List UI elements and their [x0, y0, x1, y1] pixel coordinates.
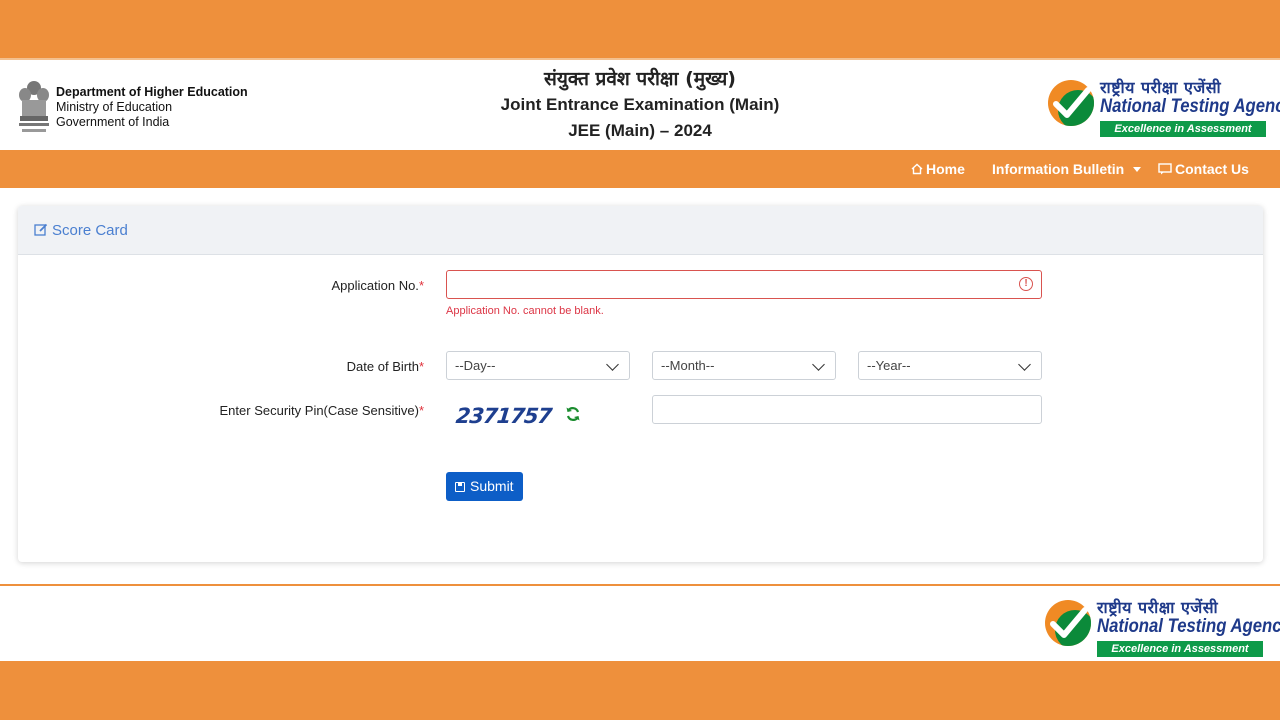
required-mark: * [418, 278, 424, 293]
refresh-captcha-icon[interactable] [565, 406, 581, 422]
nta-logo-hindi: राष्ट्रीय परीक्षा एजेंसी [1100, 78, 1222, 97]
nta-logo-english: National Testing Agency [1100, 96, 1280, 117]
main-navbar: Home Information Bulletin Contact Us [0, 150, 1280, 188]
nav-contact-label: Contact Us [1175, 161, 1249, 177]
card-header: Score Card [18, 206, 1263, 255]
site-header: Department of Higher Education Ministry … [0, 58, 1280, 150]
captcha-image: 2371757 [454, 404, 553, 428]
footer-nta-logo: राष्ट्रीय परीक्षा एजेंसी National Testin… [1045, 596, 1280, 660]
chevron-down-icon [1018, 358, 1031, 371]
dob-year-value: --Year-- [867, 358, 911, 373]
dob-month-select[interactable]: --Month-- [652, 351, 836, 380]
exam-title-english: Joint Entrance Examination (Main) [500, 95, 780, 114]
score-card-panel: Score Card Application No.* ! Applicatio… [18, 206, 1263, 562]
chevron-down-icon [606, 358, 619, 371]
site-footer: राष्ट्रीय परीक्षा एजेंसी National Testin… [0, 586, 1280, 661]
card-title: Score Card [52, 222, 128, 239]
chevron-down-icon [812, 358, 825, 371]
error-icon: ! [1019, 277, 1033, 291]
nav-info-bulletin-label: Information Bulletin [992, 161, 1125, 177]
edit-icon [34, 223, 48, 236]
caret-down-icon [1133, 167, 1142, 172]
exam-title-hindi: संयुक्त प्रवेश परीक्षा (मुख्य) [544, 68, 736, 90]
exam-title-block: संयुक्त प्रवेश परीक्षा (मुख्य) Joint Ent… [440, 66, 840, 144]
nav-information-bulletin[interactable]: Information Bulletin [992, 150, 1142, 188]
government-name: Government of India [56, 115, 170, 129]
dob-label: Date of Birth* [346, 359, 424, 374]
save-icon [455, 482, 465, 492]
top-orange-band [0, 0, 1280, 58]
security-pin-label: Enter Security Pin(Case Sensitive)* [219, 403, 424, 418]
exam-title-year: JEE (Main) – 2024 [568, 121, 712, 140]
home-icon [911, 163, 923, 175]
national-emblem-icon [19, 81, 49, 132]
dept-name: Department of Higher Education [56, 85, 248, 99]
security-pin-input[interactable] [652, 395, 1042, 424]
nav-home-label: Home [926, 161, 965, 177]
submit-button[interactable]: Submit [446, 472, 523, 501]
bottom-orange-band [0, 661, 1280, 720]
dob-day-value: --Day-- [455, 358, 496, 373]
dob-year-select[interactable]: --Year-- [858, 351, 1042, 380]
dob-day-select[interactable]: --Day-- [446, 351, 630, 380]
application-no-error: Application No. cannot be blank. [446, 305, 604, 317]
nav-home[interactable]: Home [911, 150, 965, 188]
nta-logo-tagline: Excellence in Assessment [1097, 641, 1263, 657]
check-mark-icon [1053, 87, 1091, 118]
dob-month-value: --Month-- [661, 358, 715, 373]
ministry-name: Ministry of Education [56, 100, 173, 114]
application-no-input[interactable]: ! [446, 270, 1042, 299]
required-mark: * [418, 403, 424, 418]
check-mark-icon [1050, 607, 1088, 638]
nta-logo-tagline: Excellence in Assessment [1100, 121, 1266, 137]
nta-logo: राष्ट्रीय परीक्षा एजेंसी National Testin… [1048, 76, 1280, 140]
submit-label: Submit [470, 478, 514, 494]
required-mark: * [418, 359, 424, 374]
contact-icon [1158, 163, 1172, 175]
department-block: Department of Higher Education Ministry … [56, 85, 248, 130]
nta-logo-english: National Testing Agency [1097, 616, 1280, 637]
application-no-label: Application No.* [331, 278, 424, 293]
nta-logo-hindi: राष्ट्रीय परीक्षा एजेंसी [1097, 598, 1219, 617]
nav-contact-us[interactable]: Contact Us [1158, 150, 1249, 188]
